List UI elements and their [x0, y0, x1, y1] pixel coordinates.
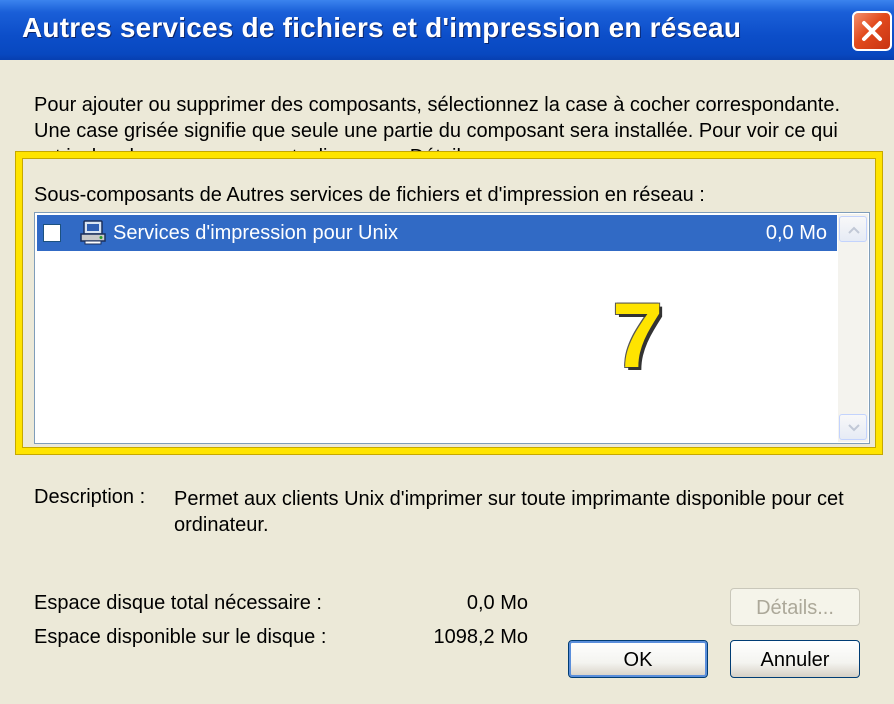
chevron-up-icon [848, 226, 860, 234]
window-title: Autres services de fichiers et d'impress… [22, 12, 742, 43]
list-scrollbar[interactable] [838, 214, 868, 442]
dialog-window: Autres services de fichiers et d'impress… [0, 0, 894, 704]
available-space-label: Espace disponible sur le disque : [34, 626, 327, 648]
annotation-number: 7 [612, 285, 664, 387]
subcomponents-label: Sous-composants de Autres services de fi… [34, 184, 705, 206]
subcomponents-list[interactable]: Services d'impression pour Unix 0,0 Mo [34, 212, 870, 444]
available-space-value: 1098,2 Mo [433, 626, 528, 648]
component-size: 0,0 Mo [765, 222, 827, 244]
component-checkbox[interactable] [43, 224, 61, 242]
close-icon [862, 21, 882, 41]
close-button[interactable] [852, 11, 892, 51]
description-label: Description : [34, 486, 146, 508]
description-text: Permet aux clients Unix d'imprimer sur t… [174, 488, 844, 536]
chevron-down-icon [848, 424, 860, 432]
scroll-down-button[interactable] [839, 414, 867, 440]
details-button[interactable]: Détails... [730, 588, 860, 626]
total-space-label: Espace disque total nécessaire : [34, 592, 322, 614]
network-printer-icon [79, 220, 107, 251]
cancel-button[interactable]: Annuler [730, 640, 860, 678]
ok-button[interactable]: OK [568, 640, 708, 678]
total-space-value: 0,0 Mo [466, 592, 528, 614]
title-bar[interactable]: Autres services de fichiers et d'impress… [0, 0, 894, 60]
component-name: Services d'impression pour Unix [113, 222, 399, 244]
list-item[interactable]: Services d'impression pour Unix 0,0 Mo [37, 215, 837, 251]
scroll-up-button[interactable] [839, 216, 867, 242]
